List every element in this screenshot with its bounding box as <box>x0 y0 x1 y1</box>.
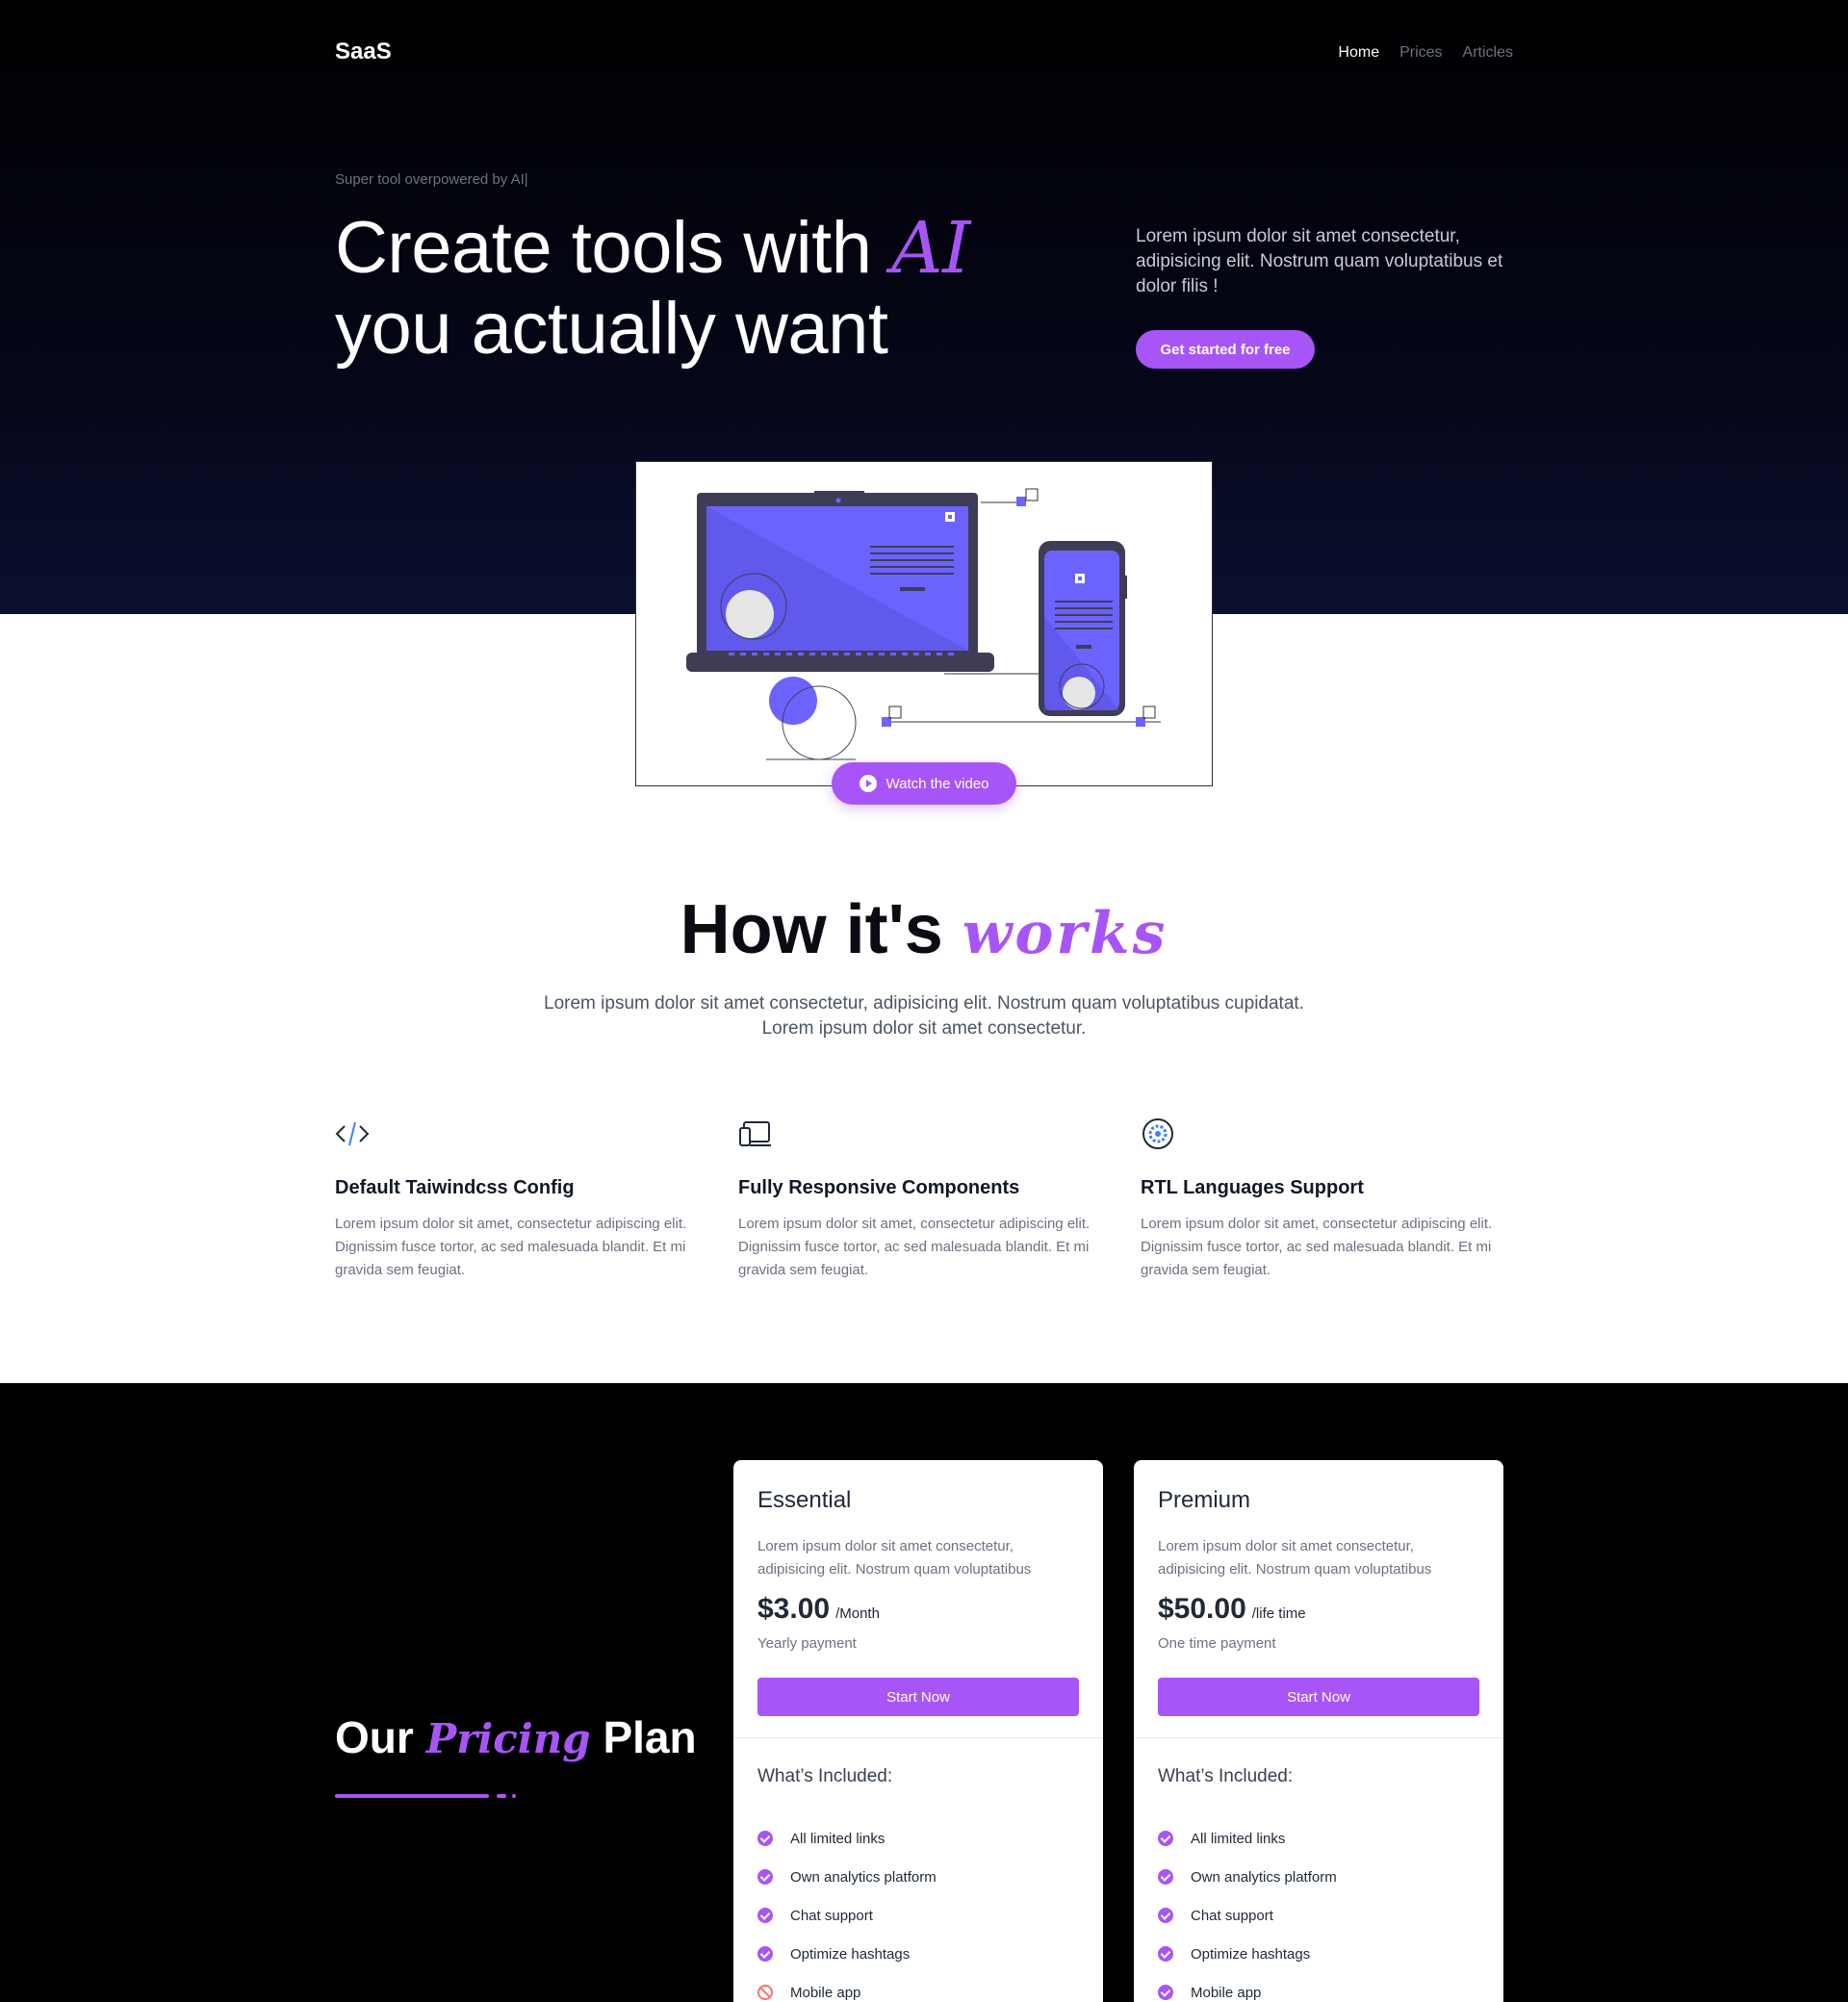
list-item: All limited links <box>757 1819 937 1858</box>
watch-video-button[interactable]: Watch the video <box>832 762 1016 805</box>
pricing-title-accent: Pricing <box>425 1715 591 1762</box>
feature-title: Fully Responsive Components <box>738 1177 1020 1198</box>
card-divider <box>733 1737 1103 1738</box>
check-circle-icon <box>757 1869 773 1885</box>
check-circle-icon <box>1158 1946 1173 1962</box>
hero-title: Create tools with AI you actually want <box>335 208 970 370</box>
check-circle-icon <box>1158 1831 1173 1846</box>
plan-payment: Yearly payment <box>757 1635 857 1652</box>
check-circle-icon <box>757 1946 773 1962</box>
hero-title-accent: AI <box>891 207 970 290</box>
feature-card: Fully Responsive Components Lorem ipsum … <box>738 1116 1114 1282</box>
top-nav: SaaS Home Prices Articles <box>335 38 1513 69</box>
plan-description: Lorem ipsum dolor sit amet consectetur, … <box>757 1538 1032 1578</box>
list-item-label: Own analytics platform <box>790 1868 937 1886</box>
nav-link-home[interactable]: Home <box>1338 44 1379 62</box>
list-item-label: Mobile app <box>1191 1984 1262 2001</box>
how-title-main: How it's <box>680 891 962 968</box>
how-description: Lorem ipsum dolor sit amet consectetur, … <box>544 993 1304 1039</box>
pricing-card-premium: Premium Lorem ipsum dolor sit amet conse… <box>1134 1460 1503 2002</box>
hero-title-line1: Create tools with <box>335 207 892 289</box>
start-now-button[interactable]: Start Now <box>1158 1678 1479 1716</box>
feature-text: Lorem ipsum dolor sit amet, consectetur … <box>1141 1216 1493 1278</box>
nav-link-articles[interactable]: Articles <box>1463 44 1513 62</box>
check-circle-icon <box>757 1831 773 1846</box>
check-circle-icon <box>757 1908 773 1923</box>
included-heading: What’s Included: <box>1158 1766 1294 1786</box>
list-item: Own analytics platform <box>1158 1858 1337 1896</box>
list-item: Own analytics platform <box>757 1858 937 1896</box>
feature-card: Default Taiwindcss Config Lorem ipsum do… <box>335 1116 710 1282</box>
feature-text: Lorem ipsum dolor sit amet, consectetur … <box>738 1216 1091 1278</box>
plan-name: Premium <box>1158 1487 1251 1513</box>
not-included-icon <box>757 1985 773 2000</box>
feature-title: Default Taiwindcss Config <box>335 1177 575 1198</box>
list-item-label: Chat support <box>1191 1907 1273 1924</box>
plan-price: $50.00 <box>1158 1593 1246 1625</box>
nav-link-prices[interactable]: Prices <box>1399 44 1442 62</box>
pricing-title: Our Pricing Plan <box>335 1711 697 1763</box>
included-heading: What’s Included: <box>757 1766 893 1786</box>
plan-period: /Month <box>835 1605 880 1622</box>
plan-description: Lorem ipsum dolor sit amet consectetur, … <box>1158 1538 1432 1578</box>
list-item-label: Optimize hashtags <box>790 1945 911 1963</box>
check-circle-icon <box>1158 1985 1173 2000</box>
hero-description: Lorem ipsum dolor sit amet consectetur, … <box>1136 226 1503 296</box>
plan-period: /life time <box>1251 1605 1306 1622</box>
card-divider <box>1134 1737 1503 1738</box>
check-circle-icon <box>1158 1869 1173 1885</box>
list-item: Chat support <box>1158 1896 1337 1935</box>
plan-price: $3.00 <box>757 1593 831 1625</box>
play-icon <box>859 775 877 792</box>
feature-list: All limited links Own analytics platform… <box>757 1819 937 2002</box>
hero-title-line2: you actually want <box>335 288 888 370</box>
how-title-accent: works <box>962 900 1168 967</box>
devices-icon <box>739 1121 771 1146</box>
list-item-label: Own analytics platform <box>1191 1868 1337 1886</box>
feature-title: RTL Languages Support <box>1141 1177 1364 1198</box>
list-item: Optimize hashtags <box>757 1935 937 1973</box>
list-item-label: Chat support <box>790 1907 873 1924</box>
hero-eyebrow: Super tool overpowered by AI| <box>335 171 528 188</box>
list-item-label: All limited links <box>790 1830 886 1847</box>
list-item: Chat support <box>757 1896 937 1935</box>
check-circle-icon <box>1158 1908 1173 1923</box>
list-item-label: Optimize hashtags <box>1191 1945 1311 1963</box>
list-item-label: All limited links <box>1191 1830 1286 1847</box>
start-now-button[interactable]: Start Now <box>757 1678 1079 1716</box>
plan-payment: One time payment <box>1158 1635 1276 1652</box>
pricing-card-essential: Essential Lorem ipsum dolor sit amet con… <box>733 1460 1103 2002</box>
list-item: All limited links <box>1158 1819 1337 1858</box>
feature-card: RTL Languages Support Lorem ipsum dolor … <box>1141 1116 1516 1282</box>
list-item: Mobile app <box>1158 1973 1337 2002</box>
price-row: $50.00 /life time <box>1158 1593 1306 1626</box>
pricing-title-end: Plan <box>590 1712 697 1762</box>
code-icon <box>335 1121 370 1146</box>
list-item: Optimize hashtags <box>1158 1935 1337 1973</box>
pricing-title-start: Our <box>335 1712 426 1762</box>
list-item: Mobile app <box>757 1973 937 2002</box>
price-row: $3.00 /Month <box>757 1593 880 1626</box>
list-item-label: Mobile app <box>790 1984 861 2001</box>
hero-illustration <box>635 461 1213 786</box>
feature-list: All limited links Own analytics platform… <box>1158 1819 1337 2002</box>
watch-video-label: Watch the video <box>886 775 989 792</box>
feature-text: Lorem ipsum dolor sit amet, consectetur … <box>335 1216 687 1278</box>
how-section-title: How it's works <box>0 890 1848 969</box>
nav-links: Home Prices Articles <box>1338 44 1513 62</box>
plan-name: Essential <box>757 1487 852 1513</box>
globe-gear-icon <box>1142 1118 1173 1149</box>
brand-logo[interactable]: SaaS <box>335 38 392 65</box>
get-started-button[interactable]: Get started for free <box>1136 330 1315 369</box>
devices-illustration <box>686 488 1161 760</box>
